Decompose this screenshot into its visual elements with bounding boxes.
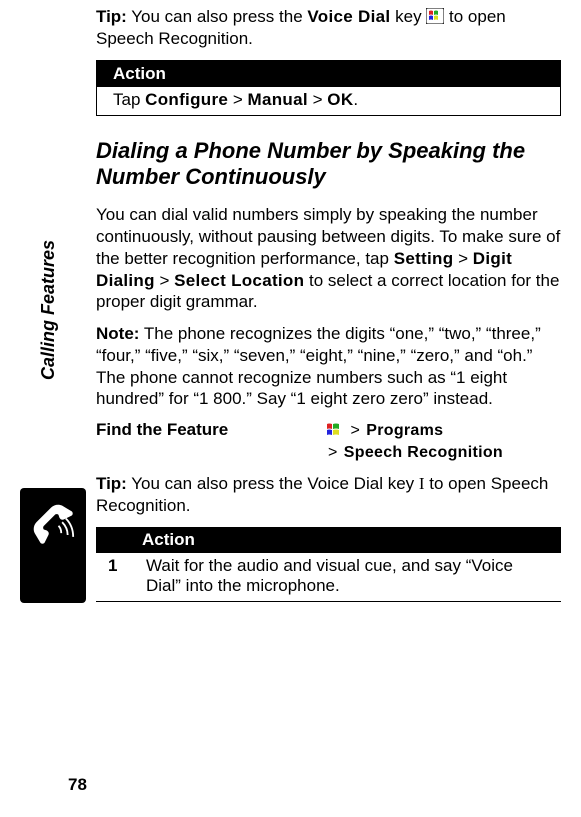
find-the-feature-row: Find the Feature > Programs > Speech Rec…	[96, 420, 561, 463]
paragraph-1: You can dial valid numbers simply by spe…	[96, 204, 561, 313]
tip-label: Tip:	[96, 474, 127, 493]
windows-flag-icon	[326, 423, 342, 437]
path-speech-recognition: Speech Recognition	[344, 444, 503, 461]
feature-path: > Programs > Speech Recognition	[326, 420, 503, 463]
section-heading: Dialing a Phone Number by Speaking the N…	[96, 138, 561, 191]
path-manual: Manual	[248, 90, 308, 109]
action-header: Action	[96, 527, 561, 553]
windows-key-icon	[426, 8, 444, 24]
gt: >	[233, 90, 243, 109]
tip-2: Tip: You can also press the Voice Dial k…	[96, 473, 561, 517]
gt: >	[155, 271, 174, 290]
path-programs: Programs	[366, 422, 443, 439]
action-row: Tap Configure > Manual > OK.	[97, 87, 560, 115]
sidebar-section-label: Calling Features	[38, 240, 59, 380]
path-setting: Setting	[394, 249, 454, 268]
action-table-2: Action 1 Wait for the audio and visual c…	[96, 527, 561, 602]
page-number: 78	[68, 775, 87, 795]
tip2-part1: You can also press the Voice Dial key	[127, 474, 419, 493]
note-text: The phone recognizes the digits “one,” “…	[96, 324, 541, 408]
content-area: Tip: You can also press the Voice Dial k…	[96, 0, 561, 602]
tip-text-part2: key	[390, 7, 426, 26]
tip-1: Tip: You can also press the Voice Dial k…	[96, 6, 561, 50]
path-select-location: Select Location	[174, 271, 304, 290]
tip-text-part1: You can also press the	[127, 7, 308, 26]
gt: >	[313, 90, 323, 109]
phone-icon	[31, 502, 75, 546]
page: Calling Features Tip: You can also press…	[0, 0, 581, 817]
path-ok: OK	[327, 90, 353, 109]
step-text: Wait for the audio and visual cue, and s…	[146, 556, 549, 596]
action-text: Tap Configure > Manual > OK.	[113, 90, 358, 110]
note-label: Note:	[96, 324, 139, 343]
action-tap: Tap	[113, 90, 145, 109]
gt: >	[453, 249, 472, 268]
note-paragraph: Note: The phone recognizes the digits “o…	[96, 323, 561, 410]
period: .	[353, 90, 358, 109]
find-the-feature-label: Find the Feature	[96, 420, 326, 440]
gt: >	[350, 422, 359, 439]
action-table-1: Action Tap Configure > Manual > OK.	[96, 60, 561, 116]
step-number: 1	[108, 556, 130, 596]
action-row: 1 Wait for the audio and visual cue, and…	[96, 553, 561, 602]
tip-label: Tip:	[96, 7, 127, 26]
action-header: Action	[97, 61, 560, 87]
path-configure: Configure	[145, 90, 228, 109]
gt: >	[328, 444, 337, 461]
section-icon-container	[20, 488, 86, 603]
voice-dial-key-label: Voice Dial	[307, 7, 390, 26]
